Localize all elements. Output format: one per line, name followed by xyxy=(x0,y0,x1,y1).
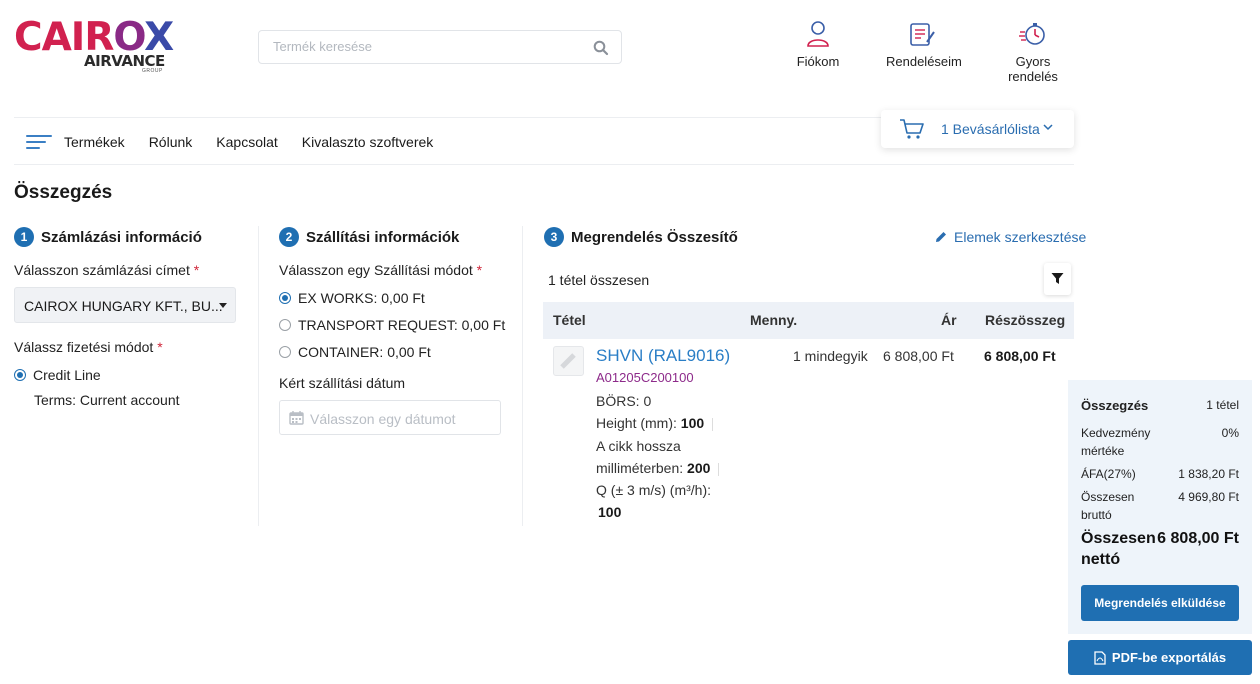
product-code: A01205C200100 xyxy=(596,370,694,385)
submit-order-button[interactable]: Megrendelés elküldése xyxy=(1081,585,1239,621)
account-link[interactable]: Fiókom xyxy=(795,20,841,69)
radio-button[interactable] xyxy=(279,319,291,331)
export-pdf-label: PDF-be exportálás xyxy=(1111,650,1227,665)
delivery-date-placeholder: Válasszon egy dátumot xyxy=(310,411,456,427)
radio-button[interactable] xyxy=(279,292,291,304)
orders-link[interactable]: Rendeléseim xyxy=(886,20,962,69)
summary-net-total: Összesen nettó 6 808,00 Ft xyxy=(1081,530,1239,568)
product-price: 6 808,00 Ft xyxy=(883,348,954,364)
summary-count: 1 tétel xyxy=(1206,398,1239,412)
billing-address-select[interactable]: CAIROX HUNGARY KFT., BU... xyxy=(14,287,236,323)
step-badge-1: 1 xyxy=(14,227,34,247)
shipping-option-transport-request[interactable]: TRANSPORT REQUEST: 0,00 Ft xyxy=(279,317,505,333)
col-price: Ár xyxy=(941,312,957,328)
search-icon[interactable] xyxy=(593,40,609,56)
filter-icon xyxy=(1051,273,1064,284)
summary-header: Összegzés 1 tétel xyxy=(1081,398,1239,413)
payment-option-label: Credit Line xyxy=(33,367,101,383)
orders-icon xyxy=(910,23,935,46)
search-box xyxy=(258,30,622,64)
shipping-option-label: EX WORKS: 0,00 Ft xyxy=(298,290,425,306)
summary-vat: ÁFA(27%) 1 838,20 Ft xyxy=(1081,467,1239,481)
radio-button[interactable] xyxy=(279,346,291,358)
caret-down-icon xyxy=(219,303,227,308)
calendar-icon xyxy=(289,411,304,425)
shipping-section-header: 2 Szállítási információk xyxy=(279,227,459,247)
product-subtotal: 6 808,00 Ft xyxy=(984,348,1056,364)
shipping-option-label: TRANSPORT REQUEST: 0,00 Ft xyxy=(298,317,506,333)
product-attr-length: milliméterben: 200 xyxy=(596,460,720,476)
step-badge-3: 3 xyxy=(544,227,564,247)
column-divider xyxy=(522,226,523,526)
order-section-header: 3 Megrendelés Összesítő xyxy=(544,227,738,247)
filter-button[interactable] xyxy=(1044,263,1071,295)
shopping-list-label: 1 Bevásárlólista xyxy=(941,121,1040,137)
logo-group: GROUP xyxy=(142,68,163,74)
delivery-date-input[interactable]: Válasszon egy dátumot xyxy=(279,400,501,435)
stopwatch-icon xyxy=(1019,23,1045,45)
user-icon xyxy=(807,21,829,47)
product-attr-airflow-label: Q (± 3 m/s) (m³/h): xyxy=(596,482,712,498)
shipping-option-label: CONTAINER: 0,00 Ft xyxy=(298,344,431,360)
column-divider xyxy=(258,226,259,526)
col-qty: Menny. xyxy=(750,312,798,328)
col-item: Tétel xyxy=(553,312,586,328)
nav-item-about[interactable]: Rólunk xyxy=(149,134,193,150)
product-attr-length-label: A cikk hossza xyxy=(596,438,681,454)
shipping-option-ex-works[interactable]: EX WORKS: 0,00 Ft xyxy=(279,290,425,306)
product-attr-airflow: 100 xyxy=(598,504,622,520)
pencil-icon xyxy=(936,232,946,242)
cart-icon xyxy=(900,119,924,139)
nav-divider xyxy=(14,164,1074,165)
shopping-list-button[interactable]: 1 Bevásárlólista xyxy=(881,110,1074,148)
product-name-link[interactable]: SHVN (RAL9016) xyxy=(596,346,730,366)
menu-icon[interactable] xyxy=(26,133,52,151)
summary-gross: Összesen bruttó 4 969,80 Ft xyxy=(1081,490,1239,522)
product-thumbnail xyxy=(553,346,584,376)
chevron-down-icon xyxy=(1043,124,1053,131)
product-qty: 1 mindegyik xyxy=(793,348,868,364)
billing-address-label: Válasszon számlázási címet * xyxy=(14,262,200,278)
order-table-header: Tétel Menny. Ár Részösszeg xyxy=(543,302,1074,339)
billing-section-header: 1 Számlázási információ xyxy=(14,227,202,247)
billing-title: Számlázási információ xyxy=(41,228,202,246)
product-attr-bors: BÖRS: 0 xyxy=(596,393,652,409)
edit-items-link[interactable]: Elemek szerkesztése xyxy=(934,229,1086,245)
page-title: Összegzés xyxy=(14,182,113,203)
quick-order-link[interactable]: Gyors rendelés xyxy=(990,20,1076,84)
edit-items-label: Elemek szerkesztése xyxy=(954,229,1087,245)
delivery-date-label: Kért szállítási dátum xyxy=(279,375,406,391)
quick-order-label: Gyors rendelés xyxy=(1008,54,1058,84)
main-nav: Termékek Rólunk Kapcsolat Kivalaszto szo… xyxy=(14,128,457,156)
nav-item-products[interactable]: Termékek xyxy=(64,134,125,150)
payment-terms: Terms: Current account xyxy=(34,392,180,408)
shipping-method-label: Válasszon egy Szállítási módot * xyxy=(279,262,483,278)
pdf-file-icon xyxy=(1094,650,1106,665)
col-subtotal: Részösszeg xyxy=(985,312,1066,328)
search-input[interactable] xyxy=(273,39,573,54)
step-badge-2: 2 xyxy=(279,227,299,247)
nav-item-contact[interactable]: Kapcsolat xyxy=(216,134,277,150)
item-count: 1 tétel összesen xyxy=(548,272,650,288)
payment-method-label: Válassz fizetési módot * xyxy=(14,339,163,355)
account-label: Fiókom xyxy=(796,54,840,69)
shipping-option-container[interactable]: CONTAINER: 0,00 Ft xyxy=(279,344,431,360)
export-pdf-button[interactable]: PDF-be exportálás xyxy=(1068,640,1252,675)
payment-option-credit-line[interactable]: Credit Line xyxy=(14,367,101,383)
radio-button[interactable] xyxy=(14,369,26,381)
shipping-title: Szállítási információk xyxy=(306,228,460,246)
cairox-logo[interactable]: CAIROX AIRVANCE GROUP xyxy=(14,18,174,75)
product-attr-height: Height (mm): 100 xyxy=(596,415,714,431)
billing-address-value: CAIROX HUNGARY KFT., BU... xyxy=(24,298,223,314)
orders-label: Rendeléseim xyxy=(886,54,962,69)
nav-item-selector-software[interactable]: Kivalaszto szoftverek xyxy=(302,134,434,150)
order-title: Megrendelés Összesítő xyxy=(571,228,738,246)
summary-discount: Kedvezmény mértéke 0% xyxy=(1081,426,1239,458)
